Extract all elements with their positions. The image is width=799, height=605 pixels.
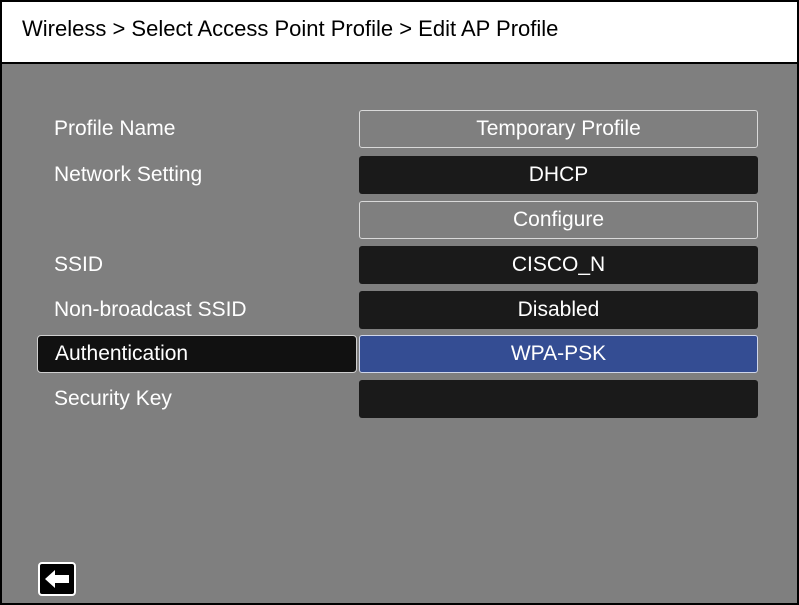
row-configure: Configure <box>2 201 797 239</box>
row-ssid: SSID CISCO_N <box>2 246 797 284</box>
security-key-label: Security Key <box>54 387 172 410</box>
profile-name-field[interactable]: Temporary Profile <box>359 110 758 148</box>
non-broadcast-ssid-label: Non-broadcast SSID <box>54 298 247 321</box>
authentication-label[interactable]: Authentication <box>37 335 357 373</box>
row-security-key: Security Key <box>2 380 797 418</box>
screen-frame: Wireless > Select Access Point Profile >… <box>0 0 799 605</box>
configure-button[interactable]: Configure <box>359 201 758 239</box>
back-button[interactable] <box>38 562 76 596</box>
left-arrow-icon <box>45 570 69 588</box>
header-bar: Wireless > Select Access Point Profile >… <box>2 2 797 64</box>
ssid-field[interactable]: CISCO_N <box>359 246 758 284</box>
configure-label <box>37 201 357 239</box>
row-authentication: Authentication WPA-PSK <box>2 335 797 373</box>
network-setting-label: Network Setting <box>54 163 203 186</box>
ssid-label: SSID <box>54 253 104 276</box>
profile-name-label: Profile Name <box>54 117 176 140</box>
breadcrumb: Wireless > Select Access Point Profile >… <box>22 16 559 41</box>
row-non-broadcast-ssid: Non-broadcast SSID Disabled <box>2 291 797 329</box>
non-broadcast-ssid-field[interactable]: Disabled <box>359 291 758 329</box>
authentication-field[interactable]: WPA-PSK <box>359 335 758 373</box>
row-profile-name: Profile Name Temporary Profile <box>2 110 797 148</box>
security-key-field[interactable] <box>359 380 758 418</box>
row-network-setting: Network Setting DHCP <box>2 156 797 194</box>
network-setting-field[interactable]: DHCP <box>359 156 758 194</box>
